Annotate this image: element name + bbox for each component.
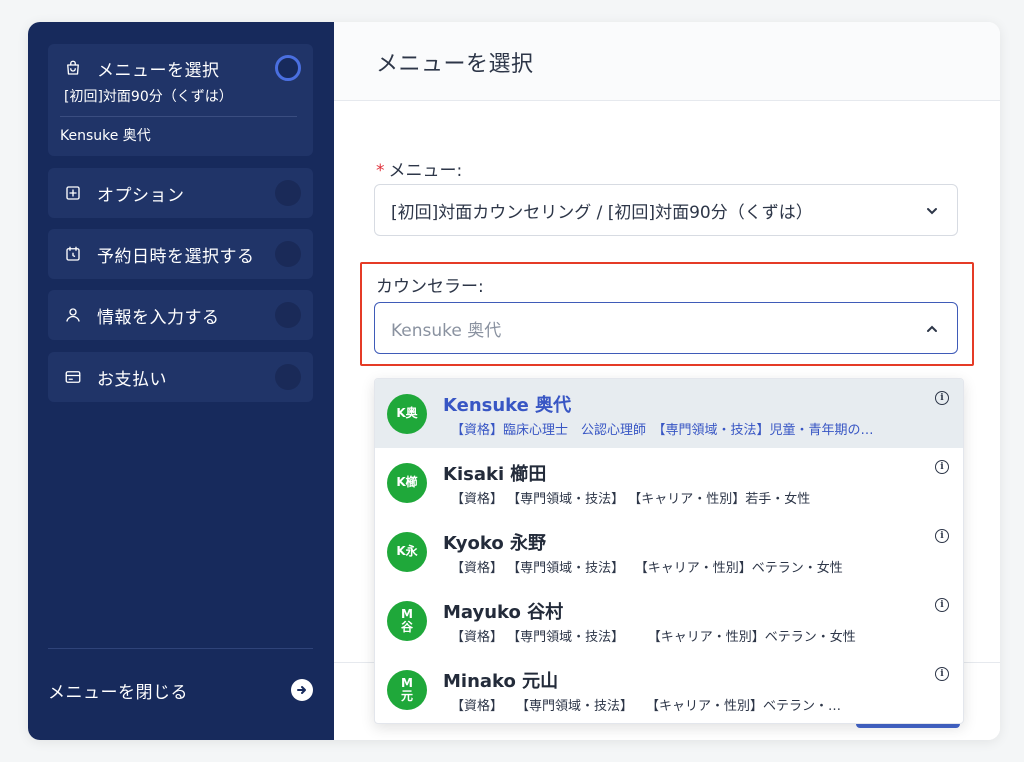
- counselor-name: Kyoko 永野: [443, 533, 547, 554]
- info-icon[interactable]: i: [935, 460, 949, 474]
- user-icon: [64, 306, 82, 324]
- shopping-bag-icon: [64, 59, 82, 77]
- arrow-right-circle-icon[interactable]: [291, 679, 313, 701]
- counselor-option[interactable]: K櫛 Kisaki 櫛田 【資格】 【専門領域・技法】 【キャリア・性別】若手・…: [375, 448, 963, 517]
- counselor-option[interactable]: M 谷 Mayuko 谷村 【資格】 【専門領域・技法】 【キャリア・性別】ベテ…: [375, 586, 963, 655]
- chevron-up-icon: [925, 321, 939, 341]
- menu-select[interactable]: [初回]対面カウンセリング / [初回]対面90分（くずは）: [374, 184, 958, 236]
- app-window: メニューを選択 [初回]対面90分（くずは） Kensuke 奥代 オプション: [28, 22, 1000, 740]
- divider: [48, 648, 313, 649]
- counselor-option[interactable]: K奥 Kensuke 奥代 【資格】臨床心理士 公認心理師 【専門領域・技法】児…: [375, 379, 963, 448]
- info-icon[interactable]: i: [935, 391, 949, 405]
- avatar: M 元: [387, 669, 427, 710]
- counselor-field-label: カウンセラー:: [376, 277, 484, 297]
- step-select-datetime[interactable]: 予約日時を選択する: [48, 229, 313, 279]
- counselor-description: 【資格】 【専門領域・技法】 【キャリア・性別】ベテラン・女性: [451, 630, 856, 645]
- counselor-select[interactable]: Kensuke 奥代: [374, 302, 958, 354]
- counselor-select-value: Kensuke 奥代: [391, 320, 502, 341]
- info-icon[interactable]: i: [935, 598, 949, 612]
- counselor-option[interactable]: K永 Kyoko 永野 【資格】 【専門領域・技法】 【キャリア・性別】ベテラン…: [375, 517, 963, 586]
- step-label: 予約日時を選択する: [97, 246, 255, 267]
- counselor-description: 【資格】臨床心理士 公認心理師 【専門領域・技法】児童・青年期の…: [451, 423, 874, 438]
- main-panel: メニューを選択 * メニュー: [初回]対面カウンセリング / [初回]対面90分…: [334, 22, 1000, 740]
- step-label: メニューを選択: [97, 60, 220, 81]
- page-title: メニューを選択: [376, 52, 534, 77]
- counselor-name: Kensuke 奥代: [443, 395, 572, 416]
- step-payment[interactable]: お支払い: [48, 352, 313, 402]
- booking-sidebar: メニューを選択 [初回]対面90分（くずは） Kensuke 奥代 オプション: [28, 22, 334, 740]
- avatar: K奥: [387, 393, 427, 434]
- step-indicator: [275, 241, 301, 267]
- info-icon[interactable]: i: [935, 529, 949, 543]
- chevron-down-icon: [925, 203, 939, 223]
- menu-field-label: * メニュー:: [376, 161, 463, 181]
- avatar: K櫛: [387, 462, 427, 503]
- avatar: M 谷: [387, 600, 427, 641]
- step-indicator: [275, 180, 301, 206]
- step-select-menu[interactable]: メニューを選択 [初回]対面90分（くずは） Kensuke 奥代: [48, 44, 313, 156]
- counselor-dropdown: K奥 Kensuke 奥代 【資格】臨床心理士 公認心理師 【専門領域・技法】児…: [374, 378, 964, 724]
- step-indicator: [275, 302, 301, 328]
- step-label: お支払い: [97, 369, 167, 390]
- counselor-name: Mayuko 谷村: [443, 602, 564, 623]
- avatar: K永: [387, 531, 427, 572]
- step-active-indicator: [275, 55, 301, 81]
- plus-square-icon: [64, 184, 82, 202]
- info-icon[interactable]: i: [935, 667, 949, 681]
- counselor-description: 【資格】 【専門領域・技法】 【キャリア・性別】若手・女性: [451, 492, 811, 507]
- close-menu-label: メニューを閉じる: [48, 682, 188, 703]
- step-label: 情報を入力する: [97, 307, 220, 328]
- credit-card-icon: [64, 368, 82, 386]
- step-label: オプション: [97, 185, 185, 206]
- close-menu-button[interactable]: メニューを閉じる: [48, 670, 313, 710]
- counselor-name: Minako 元山: [443, 671, 559, 692]
- selected-counselor-summary: Kensuke 奥代: [60, 128, 151, 144]
- step-enter-info[interactable]: 情報を入力する: [48, 290, 313, 340]
- counselor-description: 【資格】 【専門領域・技法】 【キャリア・性別】ベテラン・…: [451, 699, 842, 714]
- required-marker: *: [376, 161, 385, 181]
- step-indicator: [275, 364, 301, 390]
- selected-menu-summary: [初回]対面90分（くずは）: [64, 89, 233, 105]
- counselor-name: Kisaki 櫛田: [443, 464, 547, 485]
- menu-select-value: [初回]対面カウンセリング / [初回]対面90分（くずは）: [391, 202, 813, 223]
- divider: [60, 116, 297, 117]
- step-options[interactable]: オプション: [48, 168, 313, 218]
- counselor-option[interactable]: M 元 Minako 元山 【資格】 【専門領域・技法】 【キャリア・性別】ベテ…: [375, 655, 963, 723]
- calendar-clock-icon: [64, 245, 82, 263]
- counselor-description: 【資格】 【専門領域・技法】 【キャリア・性別】ベテラン・女性: [451, 561, 843, 576]
